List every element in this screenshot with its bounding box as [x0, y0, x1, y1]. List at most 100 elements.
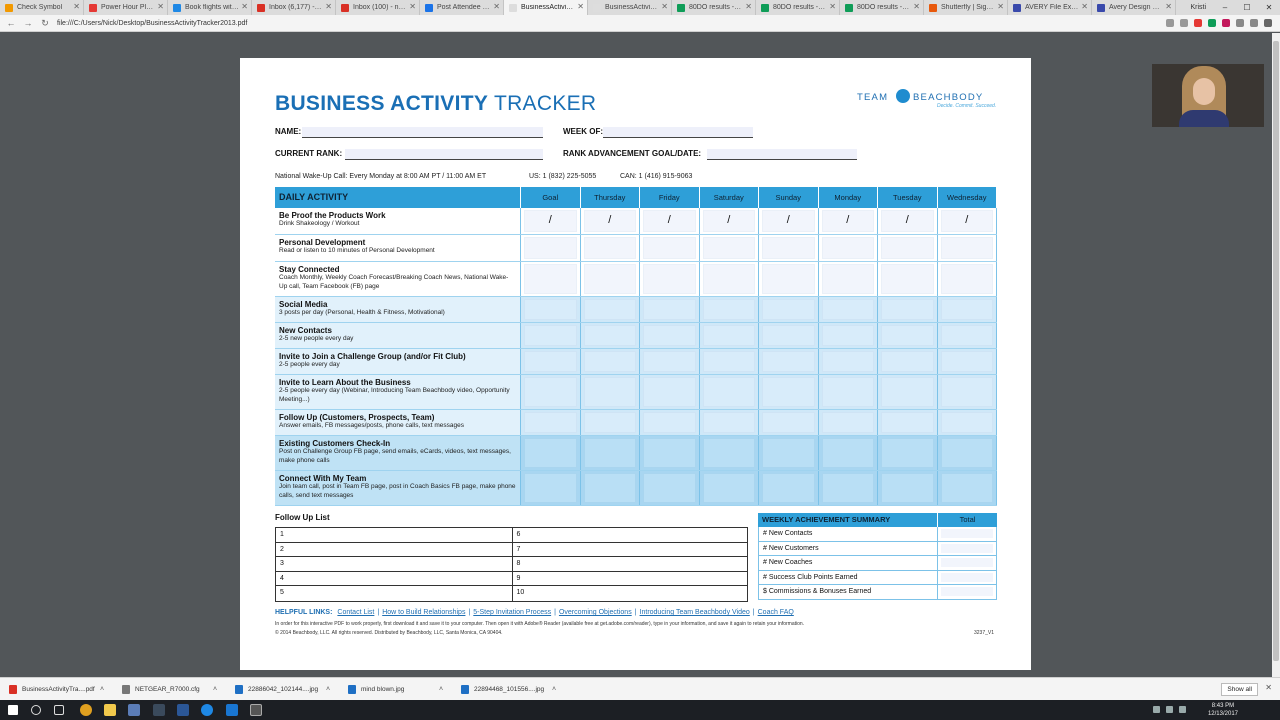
- download-item[interactable]: 22886042_102144....jpg ˄: [226, 684, 339, 694]
- close-icon[interactable]: ✕: [1258, 0, 1280, 15]
- day-input-field[interactable]: [762, 412, 815, 433]
- close-icon[interactable]: ✕: [1265, 683, 1272, 692]
- summary-total-field[interactable]: [941, 587, 993, 597]
- day-input-field[interactable]: [881, 377, 934, 407]
- day-input-field[interactable]: [583, 237, 636, 259]
- extension-icon[interactable]: [1208, 19, 1216, 27]
- bookmark-star-icon[interactable]: [1180, 19, 1188, 27]
- tab-close-icon[interactable]: ✕: [409, 2, 416, 11]
- day-input-field[interactable]: [821, 377, 874, 407]
- day-input-field[interactable]: [940, 377, 993, 407]
- day-input-field[interactable]: [702, 325, 755, 346]
- follow-up-field[interactable]: 6: [511, 528, 748, 542]
- follow-up-field[interactable]: 9: [511, 571, 748, 586]
- search-icon[interactable]: [31, 705, 41, 715]
- menu-icon[interactable]: [1264, 19, 1272, 27]
- day-input-field[interactable]: [940, 438, 993, 468]
- day-input-field[interactable]: [821, 325, 874, 346]
- browser-tab[interactable]: Inbox (6,177) - kat ✕: [252, 0, 336, 15]
- day-input-field[interactable]: [762, 299, 815, 320]
- show-all-button[interactable]: Show all: [1221, 683, 1258, 696]
- download-item[interactable]: BusinessActivityTra....pdf ˄: [0, 684, 113, 694]
- browser-tab[interactable]: Check Symbol ✕: [0, 0, 84, 15]
- week-of-field[interactable]: [603, 127, 753, 138]
- day-input-field[interactable]: [643, 325, 696, 346]
- day-input-field[interactable]: [821, 412, 874, 433]
- scrollbar-thumb[interactable]: [1273, 41, 1279, 661]
- tab-close-icon[interactable]: ✕: [661, 2, 668, 11]
- reload-icon[interactable]: ↻: [39, 17, 51, 29]
- app-icon[interactable]: [250, 704, 262, 716]
- app-icon[interactable]: [153, 704, 165, 716]
- day-input-field[interactable]: [583, 325, 636, 346]
- day-input-field[interactable]: [881, 325, 934, 346]
- helpful-link[interactable]: Contact List: [337, 609, 374, 616]
- rank-goal-field[interactable]: [707, 149, 857, 160]
- follow-up-field[interactable]: 3: [276, 557, 512, 571]
- day-input-field[interactable]: [762, 237, 815, 259]
- browser-tab[interactable]: Avery Design & Pri ✕: [1092, 0, 1176, 15]
- tab-close-icon[interactable]: ✕: [1081, 2, 1088, 11]
- browser-tab[interactable]: Shutterfly | Sign Ou✕: [924, 0, 1008, 15]
- day-input-field[interactable]: [583, 473, 636, 503]
- day-input-field[interactable]: [524, 351, 577, 372]
- day-input-field[interactable]: [940, 412, 993, 433]
- forward-arrow-icon[interactable]: →: [22, 17, 34, 29]
- day-input-field[interactable]: [643, 438, 696, 468]
- day-input-field[interactable]: [583, 412, 636, 433]
- pinterest-icon[interactable]: [1222, 19, 1230, 27]
- volume-icon[interactable]: [1179, 706, 1186, 713]
- network-icon[interactable]: [1166, 706, 1173, 713]
- helpful-link[interactable]: 5-Step Invitation Process: [473, 609, 551, 616]
- day-input-field[interactable]: [524, 299, 577, 320]
- day-input-field[interactable]: [940, 351, 993, 372]
- day-input-field[interactable]: [643, 264, 696, 294]
- tab-close-icon[interactable]: ✕: [241, 2, 248, 11]
- day-input-field[interactable]: [583, 264, 636, 294]
- follow-up-field[interactable]: 5: [276, 586, 512, 601]
- day-input-field[interactable]: [643, 473, 696, 503]
- browser-tab[interactable]: Book flights with sa ✕: [168, 0, 252, 15]
- day-input-field[interactable]: [524, 473, 577, 503]
- tab-close-icon[interactable]: ✕: [829, 2, 836, 11]
- tab-close-icon[interactable]: ✕: [997, 2, 1004, 11]
- browser-tab[interactable]: Power Hour Playlist✕: [84, 0, 168, 15]
- tab-close-icon[interactable]: ✕: [73, 2, 80, 11]
- browser-tab[interactable]: Inbox (100) - ntree ✕: [336, 0, 420, 15]
- day-input-field[interactable]: [702, 299, 755, 320]
- follow-up-field[interactable]: 8: [511, 557, 748, 571]
- day-input-field[interactable]: [821, 299, 874, 320]
- day-input-field[interactable]: [762, 351, 815, 372]
- day-input-field[interactable]: [702, 438, 755, 468]
- tab-close-icon[interactable]: ✕: [493, 2, 500, 11]
- day-input-field[interactable]: [881, 473, 934, 503]
- name-field[interactable]: [302, 127, 543, 138]
- store-icon[interactable]: [128, 704, 140, 716]
- follow-up-field[interactable]: 7: [511, 542, 748, 557]
- current-rank-field[interactable]: [345, 149, 543, 160]
- day-input-field[interactable]: [702, 377, 755, 407]
- day-input-field[interactable]: [643, 299, 696, 320]
- day-input-field[interactable]: [524, 412, 577, 433]
- extension-icon[interactable]: [1194, 19, 1202, 27]
- day-input-field[interactable]: [821, 237, 874, 259]
- address-bar[interactable]: file:///C:/Users/Nick/Desktop/BusinessAc…: [57, 20, 1166, 27]
- day-input-field[interactable]: [762, 473, 815, 503]
- day-input-field[interactable]: [762, 438, 815, 468]
- day-input-field[interactable]: [940, 325, 993, 346]
- browser-tab[interactable]: 80DO results - Goo✕: [840, 0, 924, 15]
- day-input-field[interactable]: [940, 473, 993, 503]
- day-input-field[interactable]: [762, 264, 815, 294]
- extension-icon[interactable]: [1250, 19, 1258, 27]
- word-icon[interactable]: [177, 704, 189, 716]
- helpful-link[interactable]: Overcoming Objections: [559, 609, 632, 616]
- follow-up-field[interactable]: 4: [276, 572, 512, 586]
- day-input-field[interactable]: [643, 377, 696, 407]
- tray-icon[interactable]: [1153, 706, 1160, 713]
- follow-up-field[interactable]: 10: [511, 586, 748, 601]
- back-arrow-icon[interactable]: ←: [5, 17, 17, 29]
- browser-tab[interactable]: 80DO results - Goo✕: [756, 0, 840, 15]
- day-input-field[interactable]: /: [702, 210, 755, 232]
- follow-up-field[interactable]: 2: [276, 543, 512, 557]
- day-input-field[interactable]: [583, 438, 636, 468]
